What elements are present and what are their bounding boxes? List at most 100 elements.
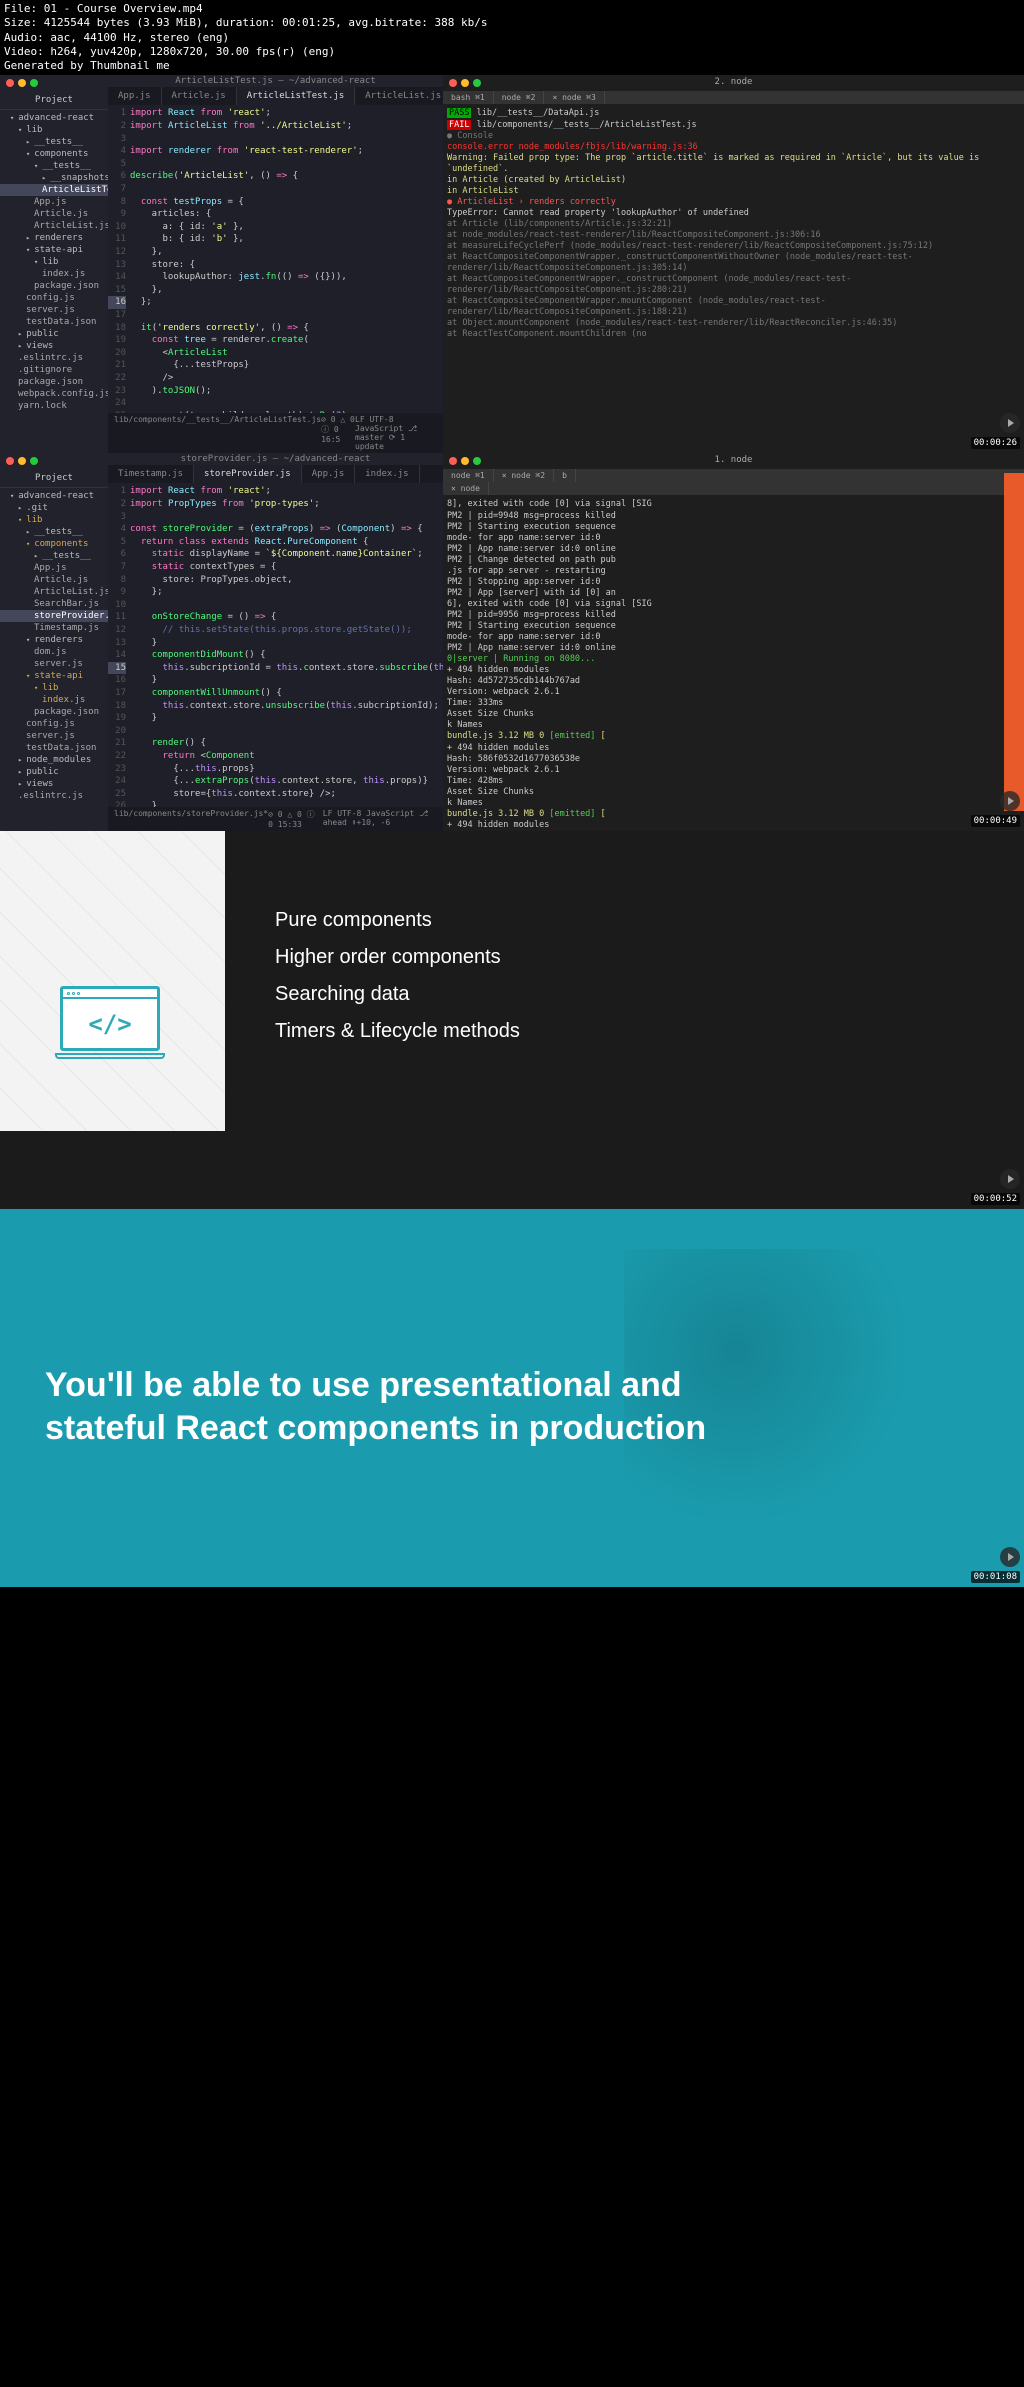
maximize-icon[interactable] (473, 457, 481, 465)
terminal-tab[interactable]: × node (443, 482, 489, 495)
tree-item[interactable]: lib (0, 256, 108, 268)
tree-item[interactable]: state-api (0, 670, 108, 682)
maximize-icon[interactable] (473, 79, 481, 87)
tree-item[interactable]: index.js (0, 694, 108, 706)
tree-item[interactable]: components (0, 538, 108, 550)
tree-item[interactable]: App.js (0, 196, 108, 208)
window-title: ArticleListTest.js — ~/advanced-react (108, 75, 443, 87)
file-tree[interactable]: advanced-react.gitlib__tests__components… (0, 488, 108, 804)
tree-item[interactable]: public (0, 766, 108, 778)
terminal-tab[interactable]: × node ⌘2 (494, 469, 554, 482)
minimize-icon[interactable] (18, 457, 26, 465)
maximize-icon[interactable] (30, 79, 38, 87)
terminal-tab[interactable]: × node ⌘3 (544, 91, 604, 104)
tree-item[interactable]: .eslintrc.js (0, 790, 108, 802)
tree-item[interactable]: views (0, 778, 108, 790)
tree-item[interactable]: .eslintrc.js (0, 352, 108, 364)
tree-item[interactable]: testData.json (0, 316, 108, 328)
editor-tab[interactable]: App.js (302, 465, 356, 483)
tree-item[interactable]: yarn.lock (0, 400, 108, 412)
terminal-tab[interactable]: bash ⌘1 (443, 91, 494, 104)
tree-item[interactable]: .git (0, 502, 108, 514)
tree-item[interactable]: package.json (0, 706, 108, 718)
tree-item[interactable]: lib (0, 514, 108, 526)
tree-item[interactable]: lib (0, 124, 108, 136)
editor-tab[interactable]: storeProvider.js (194, 465, 302, 483)
tree-item[interactable]: renderers (0, 634, 108, 646)
tree-item[interactable]: components (0, 148, 108, 160)
slide-headline: You'll be able to use presentational and… (45, 1364, 706, 1449)
close-icon[interactable] (449, 79, 457, 87)
project-sidebar[interactable]: Project advanced-react.gitlib__tests__co… (0, 453, 108, 831)
editor-tab[interactable]: ArticleList.js (355, 87, 443, 105)
tree-item[interactable]: state-api (0, 244, 108, 256)
thumbnail-1[interactable]: Project advanced-reactlib__tests__compon… (0, 75, 1024, 453)
tree-item[interactable]: Timestamp.js (0, 622, 108, 634)
tree-item[interactable]: Article.js (0, 574, 108, 586)
minimize-icon[interactable] (461, 79, 469, 87)
editor-tab[interactable]: Article.js (162, 87, 237, 105)
terminal-tabs[interactable]: bash ⌘1node ⌘2× node ⌘3 (443, 91, 1024, 104)
tree-item[interactable]: advanced-react (0, 490, 108, 502)
file-tree[interactable]: advanced-reactlib__tests__components__te… (0, 110, 108, 414)
editor-tab[interactable]: index.js (355, 465, 419, 483)
tree-item[interactable]: __tests__ (0, 136, 108, 148)
code-content[interactable]: import React from 'react';import PropTyp… (130, 483, 443, 807)
tree-item[interactable]: public (0, 328, 108, 340)
tree-item[interactable]: __tests__ (0, 526, 108, 538)
editor-tabs[interactable]: Timestamp.jsstoreProvider.jsApp.jsindex.… (108, 465, 443, 483)
tree-item[interactable]: index.js (0, 268, 108, 280)
tree-item[interactable]: config.js (0, 292, 108, 304)
terminal-tab[interactable]: node ⌘1 (443, 469, 494, 482)
terminal-tabs-2[interactable]: × node (443, 482, 1024, 495)
terminal-tabs[interactable]: node ⌘1× node ⌘2b (443, 469, 1024, 482)
tree-item[interactable]: __tests__ (0, 160, 108, 172)
tree-item[interactable]: Article.js (0, 208, 108, 220)
editor-tab[interactable]: App.js (108, 87, 162, 105)
minimize-icon[interactable] (18, 79, 26, 87)
status-mid: ⊘ 0 △ 0 ⓘ 0 15:33 (268, 809, 323, 829)
tree-item[interactable]: ArticleListTest.js (0, 184, 108, 196)
minimize-icon[interactable] (461, 457, 469, 465)
tree-item[interactable]: node_modules (0, 754, 108, 766)
tree-item[interactable]: .gitignore (0, 364, 108, 376)
thumbnail-4[interactable]: You'll be able to use presentational and… (0, 1209, 1024, 1587)
tree-item[interactable]: package.json (0, 376, 108, 388)
editor-tabs[interactable]: App.jsArticle.jsArticleListTest.jsArticl… (108, 87, 443, 105)
status-bar: lib/components/storeProvider.js* ⊘ 0 △ 0… (108, 807, 443, 831)
tree-item[interactable]: server.js (0, 658, 108, 670)
tree-item[interactable]: storeProvider.js (0, 610, 108, 622)
close-icon[interactable] (6, 79, 14, 87)
editor-tab[interactable]: Timestamp.js (108, 465, 194, 483)
tree-item[interactable]: webpack.config.js (0, 388, 108, 400)
tree-item[interactable]: dom.js (0, 646, 108, 658)
tree-item[interactable]: advanced-react (0, 112, 108, 124)
tree-item[interactable]: lib (0, 682, 108, 694)
tree-item[interactable]: SearchBar.js (0, 598, 108, 610)
tree-item[interactable]: ArticleList.js (0, 586, 108, 598)
terminal-tab[interactable]: node ⌘2 (494, 91, 545, 104)
maximize-icon[interactable] (30, 457, 38, 465)
tree-item[interactable]: ArticleList.js (0, 220, 108, 232)
tree-item[interactable]: config.js (0, 718, 108, 730)
close-icon[interactable] (6, 457, 14, 465)
thumbnail-2[interactable]: Project advanced-react.gitlib__tests__co… (0, 453, 1024, 831)
tree-item[interactable]: renderers (0, 232, 108, 244)
thumbnail-3[interactable]: </> Pure componentsHigher order componen… (0, 831, 1024, 1209)
terminal-output[interactable]: PASS lib/__tests__/DataApi.jsFAIL lib/co… (443, 104, 1024, 344)
tree-item[interactable]: package.json (0, 280, 108, 292)
terminal-output[interactable]: 8], exited with code [0] via signal [SIG… (443, 495, 1024, 831)
tree-item[interactable]: server.js (0, 304, 108, 316)
code-content[interactable]: import React from 'react';import Article… (130, 105, 443, 413)
terminal-tab[interactable]: b (554, 469, 576, 482)
editor-tab[interactable]: ArticleListTest.js (237, 87, 356, 105)
video-info-header: File: 01 - Course Overview.mp4 Size: 412… (0, 0, 1024, 75)
tree-item[interactable]: server.js (0, 730, 108, 742)
tree-item[interactable]: views (0, 340, 108, 352)
tree-item[interactable]: __tests__ (0, 550, 108, 562)
tree-item[interactable]: __snapshots__ (0, 172, 108, 184)
close-icon[interactable] (449, 457, 457, 465)
tree-item[interactable]: testData.json (0, 742, 108, 754)
project-sidebar[interactable]: Project advanced-reactlib__tests__compon… (0, 75, 108, 453)
tree-item[interactable]: App.js (0, 562, 108, 574)
